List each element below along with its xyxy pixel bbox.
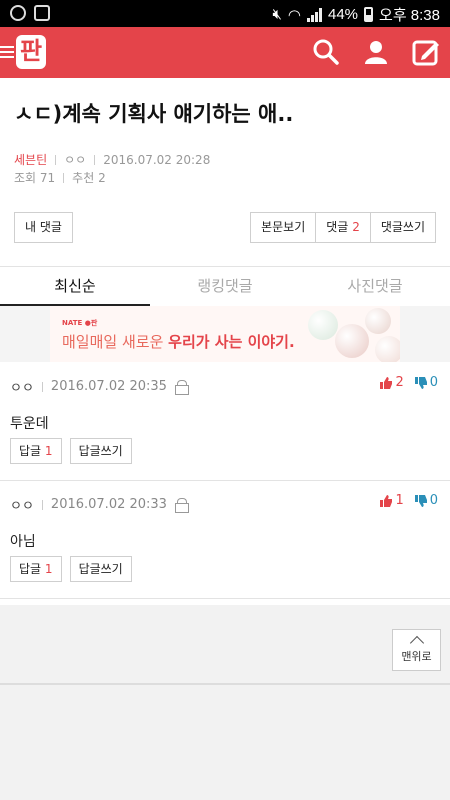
post-category[interactable]: 세븐틴 <box>14 151 47 168</box>
downvote-count: 0 <box>429 375 438 390</box>
comment-header: ㅇㅇ 2016.07.02 20:33 <box>10 495 189 514</box>
comment-author: ㅇㅇ <box>10 499 34 514</box>
comment-header: ㅇㅇ 2016.07.02 20:35 <box>10 377 189 396</box>
thumbs-up-icon <box>380 494 393 507</box>
app-notification-icon <box>10 5 26 21</box>
comment-date: 2016.07.02 20:33 <box>50 497 167 512</box>
replies-button[interactable]: 답글 1 <box>10 438 62 464</box>
separator <box>41 381 43 392</box>
clock: 오후 8:38 <box>379 7 440 24</box>
scroll-top-button[interactable]: 맨위로 <box>392 629 441 671</box>
replies-count: 1 <box>44 562 53 576</box>
post-stats: 조회 71 추천 2 <box>14 169 106 186</box>
battery-percent: 44% <box>328 6 359 23</box>
banner-text-bold: 우리가 사는 이야기. <box>168 333 295 351</box>
signal-icon <box>307 7 322 22</box>
user-icon[interactable] <box>362 38 390 66</box>
write-icon[interactable] <box>412 38 440 66</box>
scroll-top-label: 맨위로 <box>401 650 432 663</box>
menu-logo-button[interactable]: 판 <box>0 35 47 69</box>
separator <box>41 499 43 510</box>
pearl-image <box>365 308 391 334</box>
thumbs-down-icon <box>414 376 427 389</box>
comments-label: 댓글 <box>326 220 349 234</box>
post-author: ㅇㅇ <box>64 153 87 167</box>
mute-icon: 🔇︎ <box>272 6 282 23</box>
comment-votes: 2 0 <box>379 375 438 390</box>
divider <box>0 598 450 599</box>
app-header: 판 <box>0 27 450 78</box>
upvote-button[interactable]: 1 <box>379 493 404 508</box>
replies-button[interactable]: 답글 1 <box>10 556 62 582</box>
lock-icon <box>174 498 189 513</box>
upvote-count: 2 <box>395 375 404 390</box>
divider <box>0 683 450 685</box>
banner-text-plain: 매일매일 새로운 <box>62 333 169 351</box>
separator <box>94 154 96 165</box>
downvote-button[interactable]: 0 <box>414 375 438 390</box>
upvote-button[interactable]: 2 <box>379 375 404 390</box>
thumbs-up-icon <box>380 376 393 389</box>
replies-count: 1 <box>44 444 53 458</box>
separator <box>55 154 57 165</box>
post-meta: 세븐틴 ㅇㅇ 2016.07.02 20:28 <box>14 151 210 168</box>
separator <box>63 172 65 183</box>
comment-date: 2016.07.02 20:35 <box>50 379 167 394</box>
comment-item: ㅇㅇ 2016.07.02 20:33 1 0 아님 답글 1 답글쓰기 <box>0 481 450 599</box>
comment-actions: 답글 1 답글쓰기 <box>10 556 132 582</box>
battery-icon <box>364 7 374 22</box>
comment-item: ㅇㅇ 2016.07.02 20:35 2 0 투운데 답글 1 답글쓰기 <box>0 363 450 481</box>
comment-body: 투운데 <box>10 416 49 432</box>
post-title: ㅅㄷ)계속 기획사 얘기하는 애.. <box>14 102 294 126</box>
lock-icon <box>174 380 189 395</box>
thumbs-down-icon <box>414 494 427 507</box>
ad-banner[interactable]: NATE ●판 매일매일 새로운 우리가 사는 이야기. <box>50 306 400 362</box>
view-post-button[interactable]: 본문보기 <box>250 212 317 243</box>
banner-area: NATE ●판 매일매일 새로운 우리가 사는 이야기. <box>0 306 450 362</box>
pearl-image <box>375 336 400 362</box>
tab-latest[interactable]: 최신순 <box>0 268 150 306</box>
divider <box>0 266 450 267</box>
chevron-up-icon <box>409 635 424 651</box>
write-reply-button[interactable]: 답글쓰기 <box>69 438 132 464</box>
upvote-count: 1 <box>395 493 404 508</box>
post-content: ㅅㄷ)계속 기획사 얘기하는 애.. 세븐틴 ㅇㅇ 2016.07.02 20:… <box>0 78 450 605</box>
comment-sort-tabs: 최신순 랭킹댓글 사진댓글 <box>0 268 450 306</box>
recommend-count: 추천 2 <box>72 171 106 185</box>
pearl-image <box>308 310 338 340</box>
wifi-icon: ◠ <box>287 6 301 24</box>
pearl-image <box>335 324 369 358</box>
replies-label: 답글 <box>19 562 42 576</box>
menu-icon <box>0 46 14 58</box>
downvote-count: 0 <box>429 493 438 508</box>
comments-button[interactable]: 댓글 2 <box>316 212 371 243</box>
write-comment-button[interactable]: 댓글쓰기 <box>370 212 436 243</box>
comment-votes: 1 0 <box>379 493 438 508</box>
status-bar: 🔇︎ ◠ 44% 오후 8:38 <box>0 0 450 27</box>
post-date: 2016.07.02 20:28 <box>103 152 211 167</box>
comments-count: 2 <box>352 220 360 234</box>
comment-author: ㅇㅇ <box>10 381 34 396</box>
tab-photo[interactable]: 사진댓글 <box>300 268 450 306</box>
gallery-notification-icon <box>34 5 50 21</box>
tab-ranking[interactable]: 랭킹댓글 <box>150 268 300 306</box>
my-comments-button[interactable]: 내 댓글 <box>14 212 73 243</box>
banner-text: 매일매일 새로운 우리가 사는 이야기. <box>62 331 295 352</box>
replies-label: 답글 <box>19 444 42 458</box>
search-icon[interactable] <box>312 38 340 66</box>
banner-brand: NATE ●판 <box>62 319 98 327</box>
view-count: 조회 71 <box>14 171 56 185</box>
write-reply-button[interactable]: 답글쓰기 <box>69 556 132 582</box>
comment-actions: 답글 1 답글쓰기 <box>10 438 132 464</box>
post-action-group: 본문보기 댓글 2 댓글쓰기 <box>250 212 436 243</box>
logo: 판 <box>16 35 47 69</box>
downvote-button[interactable]: 0 <box>414 493 438 508</box>
comment-body: 아님 <box>10 534 36 550</box>
